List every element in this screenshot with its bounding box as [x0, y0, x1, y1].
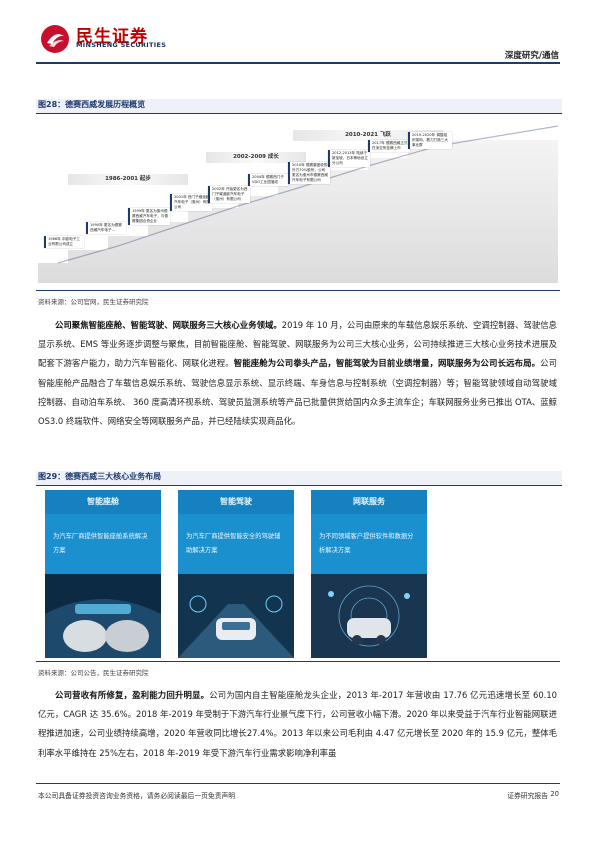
core-business-lead: 公司聚焦智能座舱、智能驾驶、网联服务三大核心业务领域。: [55, 320, 282, 330]
development-timeline: 1986-2001 起步 2002-2009 成长 2010-2021 飞跃 1…: [38, 118, 558, 283]
header-divider: [36, 62, 560, 64]
milestone-2017: 2017年 德赛西威正式在深交所挂牌上市: [368, 140, 410, 152]
panel-head-smart-driving: 智能驾驶: [178, 490, 294, 514]
milestone-1986: 1986年 中欧电子工业有限公司成立: [44, 236, 84, 248]
car-interior-image: [45, 574, 161, 658]
milestone-2012-2013: 2012-2013年 陆续于新加坡、日本等地设立分公司: [328, 150, 370, 167]
autonomous-car-image: [178, 574, 294, 658]
revenue-recovery-lead: 公司营收有所修复，盈利能力回升明显。: [55, 690, 210, 700]
figure29-title: 图29：德赛西威三大核心业务布局: [36, 471, 562, 486]
milestone-1999: 1999年 更名为惠州德赛西威汽车电子，与德赛集团合资企业: [128, 208, 170, 225]
milestone-2004: 2004年 德赛西门子VDO工业园落成: [248, 174, 288, 186]
panel-head-smart-cockpit: 智能座舱: [45, 490, 161, 514]
paragraph-core-business: 公司聚焦智能座舱、智能驾驶、网联服务三大核心业务领域。2019 年 10 月，公…: [38, 316, 557, 431]
panel-connected-services: 网联服务 为不同领域客户提供软件和数据分析解决方案: [311, 490, 427, 658]
figure29-source: 资料来源：公司公告，民生证券研究院: [38, 669, 149, 677]
figure28-source: 资料来源：公司官网，民生证券研究院: [38, 298, 149, 306]
footer-disclaimer: 本公司具备证券投资咨询业务资格，请务必阅读最后一页免责声明: [38, 792, 236, 800]
panel-smart-cockpit: 智能座舱 为汽车厂商提供智能座舱系统解决方案: [45, 490, 161, 658]
footer-report-type: 证券研究报告: [507, 792, 548, 800]
panel-head-connected-services: 网联服务: [311, 490, 427, 514]
figure28-title: 图28：德赛西威发展历程概览: [36, 99, 562, 114]
era-band-1986-2001: 1986-2001 起步: [68, 174, 188, 185]
paragraph-revenue-recovery: 公司营收有所修复，盈利能力回升明显。公司为国内自主智能座舱龙头企业，2013 年…: [38, 686, 557, 763]
milestone-1990: 1990年 更名为德赛西威汽车电子…: [86, 222, 126, 234]
milestone-2019-2020: 2019-2020年 调整组织架构，着力打造三大事业群: [408, 132, 452, 149]
panel-desc-smart-cockpit: 为汽车厂商提供智能座舱系统解决方案: [53, 533, 148, 554]
minsheng-logo-icon: [41, 25, 69, 53]
figure28-bottom-rule: [36, 290, 560, 291]
report-section-label: 深度研究/通信: [504, 51, 559, 61]
footer-divider: [36, 783, 560, 784]
product-detail-text: 公司智能座舱产品融合了车载信息娱乐系统、驾驶信息显示系统、显示终端、车身信息与控…: [38, 358, 558, 427]
revenue-recovery-text: 公司为国内自主智能座舱龙头企业，2013 年-2017 年营收由 17.76 亿…: [38, 690, 557, 758]
milestone-2010: 2010年 德赛集团收购外方70%股份，公司更名为惠州市德赛西威汽车电子有限公司: [288, 162, 330, 184]
timeline-staircase: [38, 125, 558, 283]
milestone-2002: 2002年 开始更名为西门子威迪欧汽车电子（惠州）有限公司: [208, 186, 250, 203]
milestone-2001: 2001年 西门子威迪欧汽车电子（惠州）有限公司: [170, 194, 212, 211]
panel-smart-driving: 智能驾驶 为汽车厂商提供智能安全的驾驶辅助解决方案: [178, 490, 294, 658]
figure29-bottom-rule: [36, 661, 560, 662]
connected-car-image: [311, 574, 427, 658]
product-position-lead: 智能座舱为公司拳头产品，智能驾驶为目前业绩增量，网联服务为公司长远布局。: [233, 358, 541, 369]
panel-desc-smart-driving: 为汽车厂商提供智能安全的驾驶辅助解决方案: [186, 533, 281, 554]
panel-desc-connected-services: 为不同领域客户提供软件和数据分析解决方案: [319, 533, 414, 554]
page-number: 20: [550, 790, 559, 798]
brand-name-en: MINSHENG SECURITIES: [76, 41, 167, 49]
